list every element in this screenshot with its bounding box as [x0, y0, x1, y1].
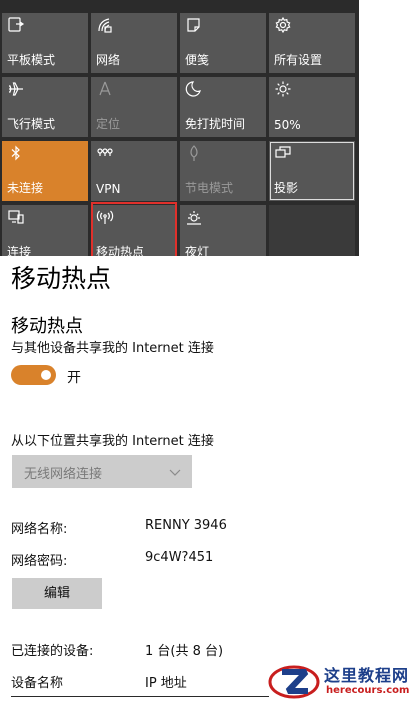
- airplane-icon: [7, 80, 25, 98]
- quick-action-night-light[interactable]: 夜灯: [180, 205, 266, 256]
- watermark: 这里教程网 herecours.com: [268, 660, 417, 703]
- network-password-label: 网络密码:: [11, 554, 68, 569]
- section-title: 移动热点: [11, 316, 83, 337]
- quick-action-note[interactable]: 便笺: [180, 13, 266, 73]
- toggle-state-label: 开: [67, 370, 81, 386]
- network-icon: [96, 16, 114, 34]
- quick-action-location[interactable]: 定位: [91, 77, 177, 137]
- device-name-header: 设备名称: [11, 676, 64, 691]
- vpn-icon: [96, 144, 114, 162]
- connect-icon: [7, 208, 25, 226]
- watermark-title: 这里教程网: [324, 666, 410, 685]
- empty-tile: [269, 205, 355, 256]
- toggle-knob: [41, 370, 51, 380]
- connected-devices-value: 1 台(共 8 台): [145, 644, 224, 659]
- network-name-value: RENNY 3946: [145, 518, 227, 533]
- quick-action-vpn[interactable]: VPN: [91, 141, 177, 201]
- quick-action-network[interactable]: 网络: [91, 13, 177, 73]
- page-title: 移动热点: [11, 264, 112, 293]
- tablet-mode-icon: [7, 16, 25, 34]
- quick-action-tablet-mode[interactable]: 平板模式: [2, 13, 88, 73]
- quick-action-connect[interactable]: 连接: [2, 205, 88, 256]
- share-from-dropdown[interactable]: 无线网络连接: [12, 455, 192, 488]
- quick-action-all-settings[interactable]: 所有设置: [269, 13, 355, 73]
- brightness-icon: [274, 80, 292, 98]
- night-light-icon: [185, 208, 203, 226]
- quick-action-project[interactable]: 投影: [269, 141, 355, 201]
- watermark-url: herecours.com: [326, 685, 410, 696]
- quick-action-bluetooth[interactable]: 未连接: [2, 141, 88, 201]
- action-center: 平板模式 网络 便笺 所有设置 飞行模式 定位 免打扰时间 50% 未连接 VP…: [0, 0, 359, 256]
- location-icon: [96, 80, 114, 98]
- network-name-label: 网络名称:: [11, 522, 68, 537]
- edit-button[interactable]: 编辑: [12, 578, 102, 609]
- quick-action-battery-saver[interactable]: 节电模式: [180, 141, 266, 201]
- quick-action-quiet-hours[interactable]: 免打扰时间: [180, 77, 266, 137]
- project-icon: [274, 144, 292, 162]
- site-logo-icon: [268, 660, 324, 703]
- quick-action-airplane-mode[interactable]: 飞行模式: [2, 77, 88, 137]
- gear-icon: [274, 16, 292, 34]
- ip-address-header: IP 地址: [145, 676, 187, 691]
- quick-action-mobile-hotspot[interactable]: 移动热点: [91, 205, 177, 256]
- quick-action-brightness[interactable]: 50%: [269, 77, 355, 137]
- hotspot-toggle[interactable]: [11, 365, 56, 385]
- share-from-label: 从以下位置共享我的 Internet 连接: [11, 434, 214, 449]
- connected-devices-label: 已连接的设备:: [11, 644, 94, 659]
- share-from-value: 无线网络连接: [24, 467, 103, 482]
- network-password-value: 9c4W?451: [145, 550, 214, 565]
- share-description: 与其他设备共享我的 Internet 连接: [11, 341, 214, 356]
- moon-icon: [185, 80, 203, 98]
- table-divider: [11, 696, 269, 697]
- note-icon: [185, 16, 203, 34]
- mobile-hotspot-icon: [96, 208, 114, 226]
- chevron-down-icon: [168, 464, 182, 478]
- battery-saver-icon: [185, 144, 203, 162]
- bluetooth-icon: [7, 144, 25, 162]
